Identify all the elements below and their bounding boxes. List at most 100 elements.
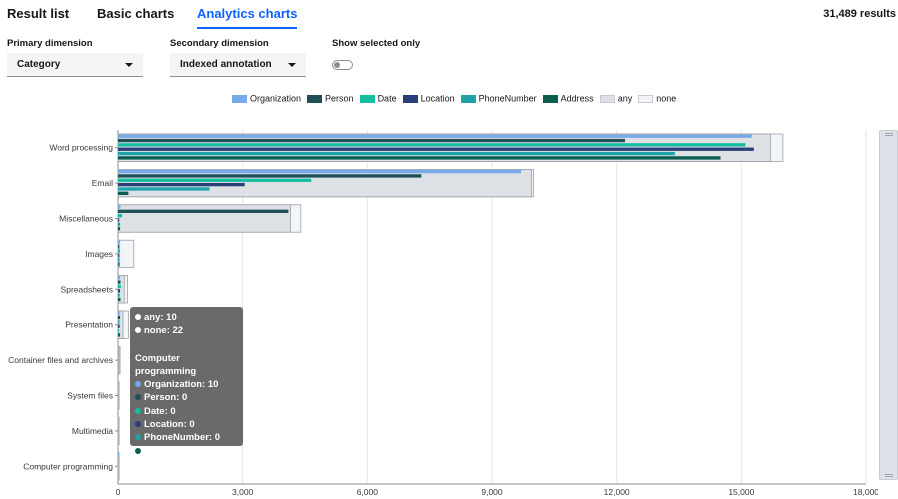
bar-any	[117, 204, 291, 233]
legend-swatch	[402, 94, 418, 103]
legend-item-none[interactable]: none	[638, 93, 676, 104]
category-label: Multimedia	[72, 426, 113, 436]
legend-swatch	[460, 94, 476, 103]
chart-zoom-scrollbar[interactable]	[879, 130, 898, 480]
tooltip-line: PhoneNumber: 0	[135, 431, 238, 444]
legend-item-date[interactable]: Date	[359, 93, 397, 104]
bar-address	[118, 156, 721, 160]
bar-date	[118, 213, 123, 218]
legend-swatch	[599, 94, 615, 103]
secondary-dimension-value: Indexed annotation	[180, 59, 272, 70]
scrollbar-bottom-handle[interactable]	[885, 474, 893, 477]
bar-phonenumber	[118, 222, 121, 227]
tooltip-text: none: 22	[144, 325, 184, 337]
legend-label: Location	[420, 93, 455, 104]
tooltip-text: Person: 0	[144, 392, 188, 404]
bar-any	[117, 345, 120, 375]
bar-organization	[118, 205, 121, 209]
legend-item-person[interactable]: Person	[307, 93, 354, 104]
tooltip-line: any: 10	[135, 311, 238, 324]
category-label: Word processing	[49, 143, 113, 153]
tooltip-text: Location: 0	[144, 419, 195, 431]
scrollbar-top-handle[interactable]	[885, 133, 893, 136]
tooltip-line: Person: 0	[135, 391, 238, 404]
legend-label: none	[656, 93, 677, 104]
bar-date	[118, 320, 120, 324]
legend-swatch	[307, 94, 323, 103]
bar-organization	[118, 169, 522, 174]
tab-analytics-charts[interactable]: Analytics charts	[197, 6, 298, 29]
bar-any	[117, 381, 120, 410]
secondary-dimension-label: Secondary dimension	[170, 38, 269, 49]
legend-item-phonenumber[interactable]: PhoneNumber	[460, 93, 537, 104]
x-tick-label: 9,000	[481, 487, 503, 497]
bar-date	[118, 249, 120, 253]
tooltip-line: Address: 0	[135, 445, 238, 458]
tooltip-text: Address: 0	[144, 445, 194, 457]
chevron-down-icon	[125, 63, 133, 67]
bar-phonenumber	[118, 328, 119, 333]
legend-swatch	[542, 94, 558, 103]
bar-location	[118, 253, 119, 258]
category-label: Email	[92, 178, 113, 188]
bar-phonenumber	[118, 151, 675, 156]
bar-organization	[118, 240, 120, 245]
bar-phonenumber	[118, 293, 120, 297]
category-label: Spreadsheets	[61, 284, 113, 294]
legend-swatch	[638, 94, 654, 103]
bar-organization	[118, 453, 119, 457]
tooltip-dot	[135, 434, 141, 441]
show-selected-toggle[interactable]	[332, 60, 353, 70]
category-label: Container files and archives	[8, 355, 113, 365]
x-tick-label: 0	[116, 487, 121, 497]
toggle-knob	[334, 62, 340, 68]
bar-location	[118, 182, 245, 187]
legend-label: any	[617, 93, 633, 104]
bar-person	[118, 245, 119, 249]
bar-none	[117, 239, 135, 268]
legend-label: Person	[325, 93, 354, 104]
legend-item-address[interactable]: Address	[542, 93, 594, 104]
category-label: Miscellaneous	[59, 214, 113, 224]
legend-item-location[interactable]: Location	[402, 93, 455, 104]
tab-bar: Result list Basic charts Analytics chart…	[0, 0, 898, 30]
bar-person	[118, 174, 422, 178]
bar-phonenumber	[118, 187, 210, 191]
tab-basic-charts[interactable]: Basic charts	[97, 6, 174, 27]
legend-swatch	[232, 94, 247, 103]
chevron-down-icon	[288, 63, 296, 67]
legend-item-organization[interactable]: Organization	[232, 93, 301, 104]
primary-dimension-dropdown[interactable]: Category	[7, 53, 143, 77]
bar-location	[118, 324, 120, 328]
chart-tooltip: any: 10 none: 22 Computer programming Organ…	[130, 307, 243, 457]
bar-person	[118, 315, 121, 320]
x-tick-label: 15,000	[728, 487, 754, 497]
bar-location	[118, 218, 120, 222]
tooltip-text: Date: 0	[144, 405, 176, 417]
tooltip-gap	[135, 338, 238, 352]
tooltip-dot	[135, 407, 141, 414]
x-tick-label: 3,000	[232, 487, 254, 497]
tooltip-line: Location: 0	[135, 418, 238, 431]
secondary-dimension-dropdown[interactable]: Indexed annotation	[170, 53, 306, 77]
legend-item-any[interactable]: any	[599, 93, 633, 104]
tooltip-text: any: 10	[144, 312, 177, 323]
category-label: Images	[85, 249, 113, 259]
legend-label: Address	[560, 93, 594, 104]
category-label: System files	[67, 391, 113, 401]
tab-result-list[interactable]: Result list	[7, 6, 69, 27]
chart-legend: Organization Person Date Location PhoneNumbe…	[232, 93, 682, 105]
bar-location	[118, 289, 121, 293]
bar-phonenumber	[118, 258, 119, 262]
category-label: Computer programming	[23, 461, 113, 471]
bar-address	[118, 333, 121, 337]
legend-label: PhoneNumber	[478, 93, 537, 104]
tooltip-title: Computer programming	[135, 352, 197, 377]
bar-person	[118, 280, 121, 284]
bar-organization	[118, 276, 121, 280]
bar-date	[118, 284, 121, 289]
legend-label: Organization	[250, 93, 302, 104]
tooltip-dot	[135, 421, 141, 428]
primary-dimension-value: Category	[17, 59, 61, 70]
results-count: 31,489 results	[823, 8, 896, 20]
